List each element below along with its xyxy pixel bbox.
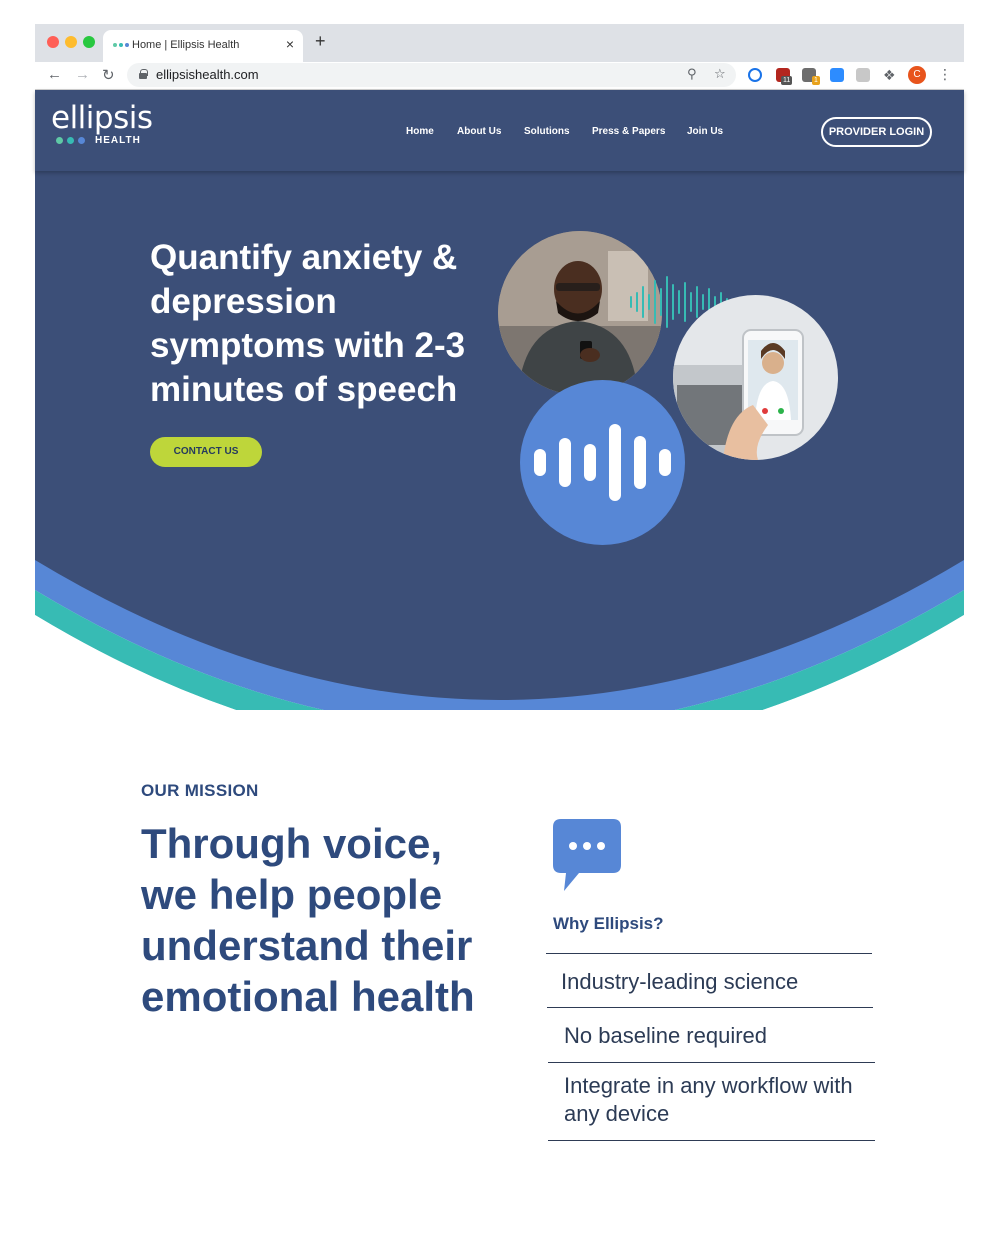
favicon-icon [113,43,129,47]
provider-login-button[interactable]: PROVIDER LOGIN [821,117,932,147]
browser-toolbar: ← → ↻ ellipsishealth.com ⚲ ☆ 11 1 ❖ C ⋮ [35,62,964,90]
extension-icon[interactable] [748,68,762,82]
feature-item: No baseline required [564,1023,768,1048]
tab-strip: Home | Ellipsis Health × + [35,24,964,62]
divider [546,953,872,954]
logo-subtitle: HEALTH [95,135,141,146]
divider [547,1007,873,1008]
nav-join-us[interactable]: Join Us [687,126,723,137]
address-bar[interactable]: ellipsishealth.com ⚲ ☆ [127,63,736,87]
divider [548,1062,875,1063]
puzzle-icon[interactable]: ❖ [883,68,897,82]
mission-eyebrow: OUR MISSION [141,781,259,800]
photo-doctor-video-call [673,295,838,460]
forward-icon[interactable]: → [75,66,90,83]
chat-bubble-icon [553,819,621,891]
hero-title: Quantify anxiety & depression symptoms w… [150,238,466,409]
reload-icon[interactable]: ↻ [102,66,115,84]
extension-icon[interactable] [856,68,870,82]
profile-avatar[interactable]: C [908,66,926,84]
bookmark-star-icon[interactable]: ☆ [714,66,726,82]
nav-press-papers[interactable]: Press & Papers [592,126,665,137]
hero-section: Quantify anxiety & depression symptoms w… [35,90,964,710]
nav-home[interactable]: Home [406,126,434,137]
menu-icon[interactable]: ⋮ [938,66,952,83]
logo-wordmark: ellipsis [51,100,153,136]
mission-title: Through voice, we help people understand… [141,820,475,1020]
why-ellipsis-label: Why Ellipsis? [553,914,664,933]
nav-about-us[interactable]: About Us [457,126,501,137]
contact-us-button[interactable]: CONTACT US [150,437,262,467]
voice-waveform-icon [520,380,685,545]
url-text: ellipsishealth.com [156,67,259,82]
minimize-window-button[interactable] [65,36,77,48]
feature-item: Integrate in any workflow with any devic… [564,1073,853,1126]
logo-dots-icon [56,137,85,144]
feature-item: Industry-leading science [561,969,799,994]
close-window-button[interactable] [47,36,59,48]
tab-close-button[interactable]: × [286,36,294,52]
zoom-icon[interactable]: ⚲ [687,66,697,82]
browser-window: Home | Ellipsis Health × + ← → ↻ ellipsi… [35,24,964,90]
nav-solutions[interactable]: Solutions [524,126,570,137]
lock-icon [139,69,148,79]
zoom-extension-icon[interactable] [830,68,844,82]
tab-home[interactable]: Home | Ellipsis Health × [103,30,303,62]
maximize-window-button[interactable] [83,36,95,48]
new-tab-button[interactable]: + [315,31,326,52]
extension-badge: 1 [812,76,820,85]
divider [548,1140,875,1141]
extension-badge: 11 [781,76,793,85]
site-header: ellipsis HEALTH Home About Us Solutions … [35,90,964,171]
tab-title: Home | Ellipsis Health [132,39,240,51]
back-icon[interactable]: ← [47,66,62,83]
